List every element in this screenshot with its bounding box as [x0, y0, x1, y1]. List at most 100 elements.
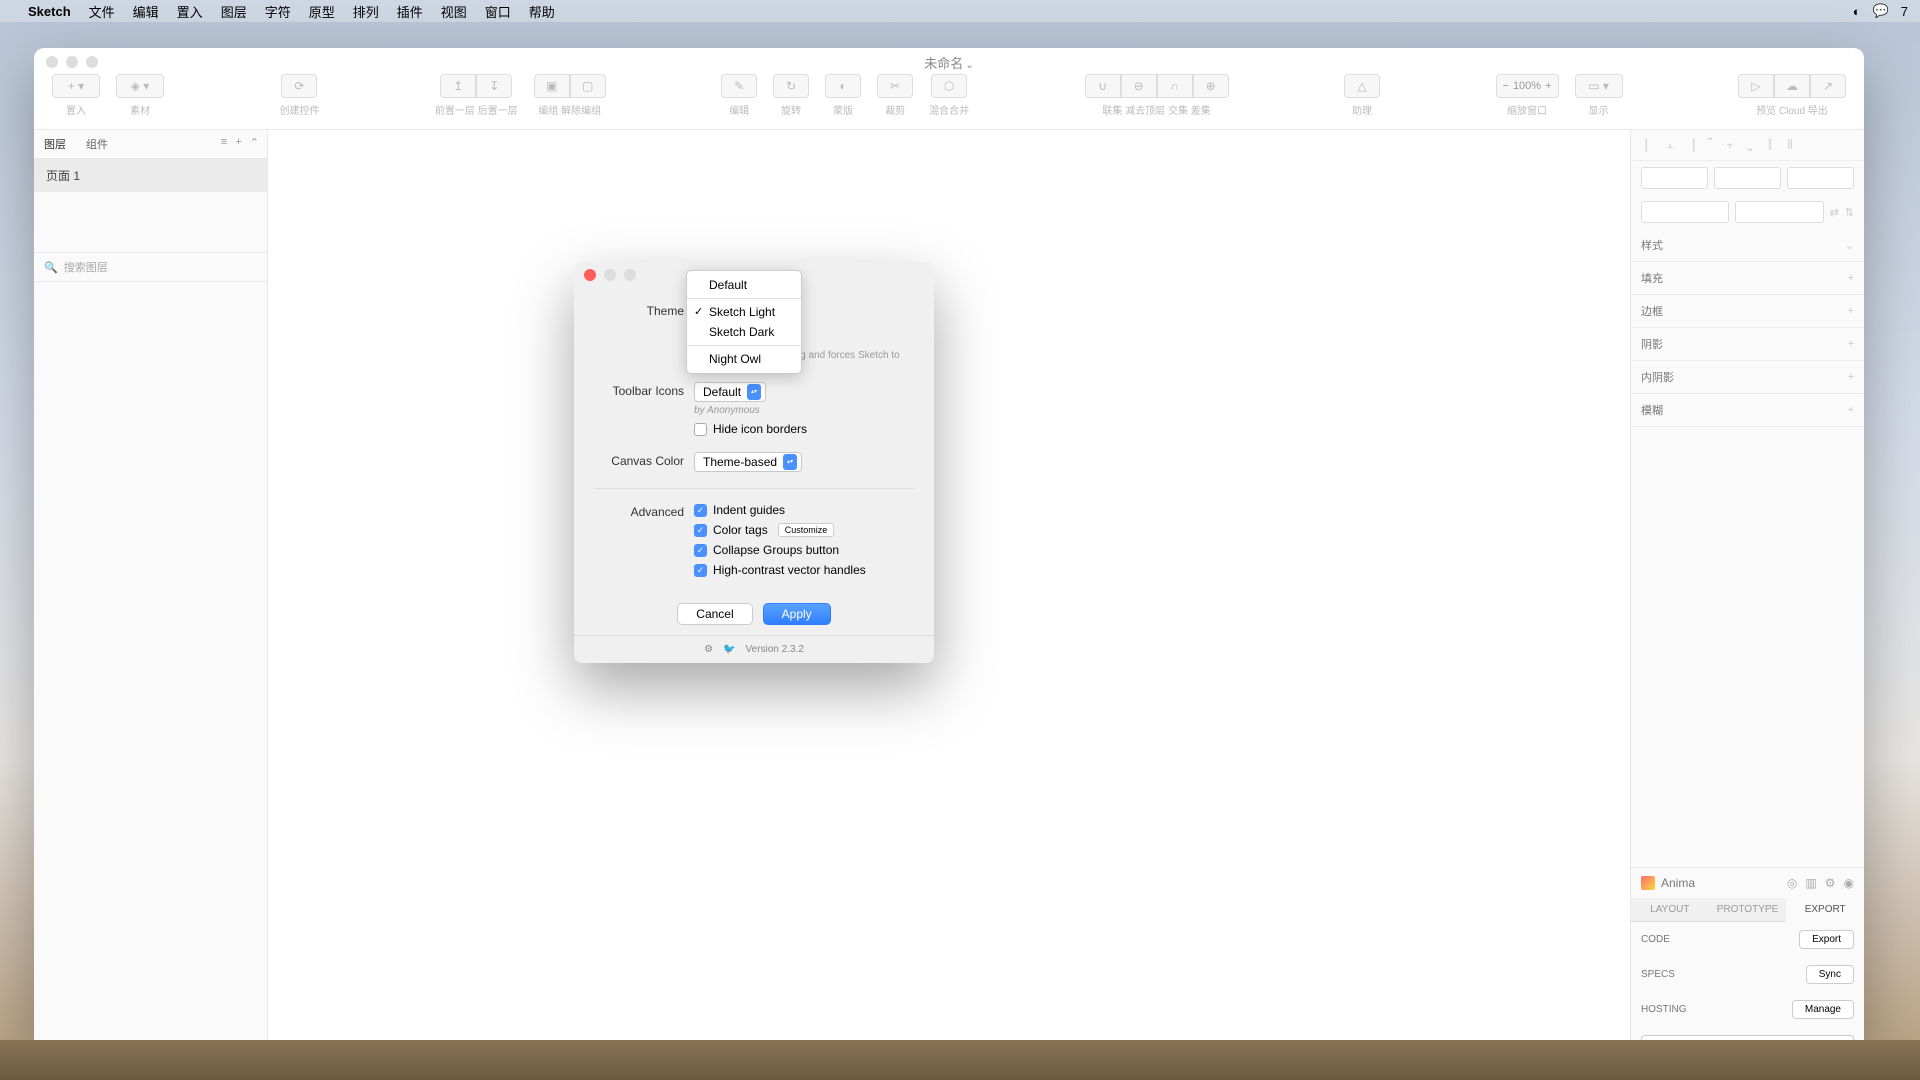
zoom-control[interactable]: −100%+: [1496, 74, 1559, 98]
high-contrast-checkbox[interactable]: ✓: [694, 564, 707, 577]
anima-tab-export[interactable]: EXPORT: [1786, 898, 1864, 922]
anima-tab-layout[interactable]: LAYOUT: [1631, 898, 1709, 922]
search-layers[interactable]: 🔍搜索图层: [34, 252, 267, 282]
distribute-v-icon[interactable]: ⫼: [1781, 136, 1799, 154]
menu-text[interactable]: 字符: [265, 2, 291, 21]
canvas[interactable]: [268, 130, 1630, 1048]
anima-settings-icon[interactable]: ⚙: [1825, 876, 1836, 890]
hide-borders-checkbox[interactable]: [694, 423, 707, 436]
chevron-down-icon[interactable]: ⌄: [1845, 239, 1854, 252]
cancel-button[interactable]: Cancel: [677, 603, 752, 625]
view-button[interactable]: ▭ ▾: [1575, 74, 1623, 98]
crop-button[interactable]: ✂: [877, 74, 913, 98]
add-border-icon[interactable]: +: [1848, 305, 1854, 317]
anima-layout-icon[interactable]: ▥: [1805, 876, 1816, 890]
window-title[interactable]: 未命名⌄: [924, 53, 973, 72]
group-button[interactable]: ▣: [534, 74, 570, 98]
dropdown-sketch-light[interactable]: Sketch Light: [687, 302, 801, 322]
y-input[interactable]: [1714, 167, 1781, 189]
anima-tab-prototype[interactable]: PROTOTYPE: [1709, 898, 1787, 922]
align-top-icon[interactable]: ⎴: [1701, 136, 1719, 154]
export-button[interactable]: ↗: [1810, 74, 1846, 98]
rotate-button[interactable]: ↻: [773, 74, 809, 98]
menu-arrange[interactable]: 排列: [353, 2, 379, 21]
insert-button[interactable]: + ▾: [52, 74, 100, 98]
intersect-button[interactable]: ∩: [1157, 74, 1193, 98]
forward-button[interactable]: ↥: [440, 74, 476, 98]
difference-button[interactable]: ⊕: [1193, 74, 1229, 98]
preview-button[interactable]: ▷: [1738, 74, 1774, 98]
twitter-icon[interactable]: 🐦: [723, 644, 735, 655]
anima-sync-icon[interactable]: ◎: [1787, 876, 1797, 890]
dropdown-night-owl[interactable]: Night Owl: [687, 349, 801, 369]
anima-sync-button[interactable]: Sync: [1806, 965, 1854, 984]
menu-plugins[interactable]: 插件: [397, 2, 423, 21]
union-button[interactable]: ∪: [1085, 74, 1121, 98]
add-fill-icon[interactable]: +: [1848, 272, 1854, 284]
x-input[interactable]: [1641, 167, 1708, 189]
add-blur-icon[interactable]: +: [1848, 404, 1854, 416]
canvas-color-select[interactable]: Theme-based▴▾: [694, 452, 802, 472]
r-input[interactable]: [1787, 167, 1854, 189]
add-page-icon[interactable]: +: [235, 136, 241, 152]
menu-prototype[interactable]: 原型: [309, 2, 335, 21]
menu-view[interactable]: 视图: [441, 2, 467, 21]
align-center-h-icon[interactable]: ⫠: [1661, 136, 1679, 154]
menu-file[interactable]: 文件: [89, 2, 115, 21]
menu-window[interactable]: 窗口: [485, 2, 511, 21]
backward-button[interactable]: ↧: [476, 74, 512, 98]
add-inner-shadow-icon[interactable]: +: [1848, 371, 1854, 383]
align-bottom-icon[interactable]: ⎵: [1741, 136, 1759, 154]
edit-button[interactable]: ✎: [721, 74, 757, 98]
ungroup-button[interactable]: ▢: [570, 74, 606, 98]
menu-edit[interactable]: 编辑: [133, 2, 159, 21]
align-right-icon[interactable]: ▕: [1681, 136, 1699, 154]
collapse-groups-checkbox[interactable]: ✓: [694, 544, 707, 557]
page-item[interactable]: 页面 1: [34, 159, 267, 192]
apply-button[interactable]: Apply: [763, 603, 831, 625]
app-name[interactable]: Sketch: [28, 4, 71, 19]
h-input[interactable]: [1735, 201, 1823, 223]
assistant-button[interactable]: △: [1344, 74, 1380, 98]
w-input[interactable]: [1641, 201, 1729, 223]
fills-section[interactable]: 填充: [1641, 270, 1663, 286]
gear-icon[interactable]: ⚙: [704, 644, 713, 655]
align-left-icon[interactable]: ▏: [1641, 136, 1659, 154]
anima-manage-button[interactable]: Manage: [1792, 1000, 1854, 1019]
color-tags-checkbox[interactable]: ✓: [694, 524, 707, 537]
inner-shadows-section[interactable]: 内阴影: [1641, 369, 1674, 385]
add-shadow-icon[interactable]: +: [1848, 338, 1854, 350]
wechat-icon[interactable]: 💬: [1873, 3, 1889, 19]
collapse-icon[interactable]: ⌃: [250, 136, 259, 152]
borders-section[interactable]: 边框: [1641, 303, 1663, 319]
menu-layer[interactable]: 图层: [221, 2, 247, 21]
tab-components[interactable]: 组件: [76, 130, 118, 158]
status-icon[interactable]: ◐: [1853, 4, 1861, 19]
dialog-traffic-lights[interactable]: [584, 269, 636, 281]
notification-count[interactable]: 7: [1901, 4, 1908, 19]
flip-h-icon[interactable]: ⇄: [1830, 206, 1839, 219]
menu-insert[interactable]: 置入: [177, 2, 203, 21]
shadows-section[interactable]: 阴影: [1641, 336, 1663, 352]
mask-button[interactable]: ◐: [825, 74, 861, 98]
create-symbol-button[interactable]: ⟳: [281, 74, 317, 98]
style-section[interactable]: 样式: [1641, 237, 1663, 253]
subtract-button[interactable]: ⊖: [1121, 74, 1157, 98]
toolbar-icons-select[interactable]: Default▴▾: [694, 382, 766, 402]
flatten-button[interactable]: ⬡: [931, 74, 967, 98]
indent-guides-checkbox[interactable]: ✓: [694, 504, 707, 517]
menu-help[interactable]: 帮助: [529, 2, 555, 21]
customize-button[interactable]: Customize: [778, 523, 835, 537]
list-icon[interactable]: ≡: [221, 136, 227, 152]
flip-v-icon[interactable]: ⇅: [1845, 206, 1854, 219]
anima-target-icon[interactable]: ◉: [1844, 876, 1854, 890]
cloud-button[interactable]: ☁: [1774, 74, 1810, 98]
align-center-v-icon[interactable]: ⫟: [1721, 136, 1739, 154]
blur-section[interactable]: 模糊: [1641, 402, 1663, 418]
anima-export-button[interactable]: Export: [1799, 930, 1854, 949]
dropdown-default[interactable]: Default: [687, 275, 801, 295]
traffic-lights[interactable]: [46, 56, 98, 68]
tab-layers[interactable]: 图层: [34, 130, 76, 158]
distribute-h-icon[interactable]: ⫿: [1761, 136, 1779, 154]
dropdown-sketch-dark[interactable]: Sketch Dark: [687, 322, 801, 342]
